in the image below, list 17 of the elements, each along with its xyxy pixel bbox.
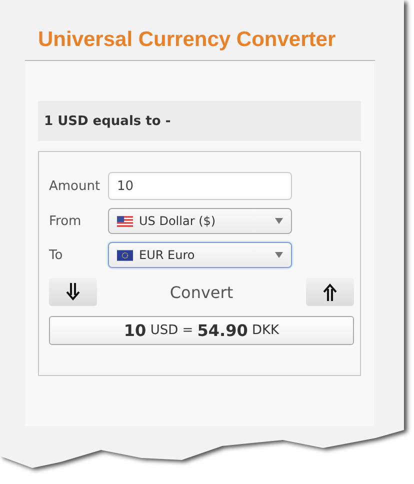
down-arrow-icon [65,283,81,301]
flag-icon [117,216,133,226]
up-arrow-icon [322,283,338,301]
result-text: 10 USD = 54.90 DKK [49,316,354,345]
flag-icon [117,250,133,260]
caret-icon [275,218,283,224]
currency-select[interactable]: EUR Euro [108,242,292,268]
currency-label: From [49,214,82,228]
currency-label: To [49,248,64,262]
amount-label: Amount [49,178,102,194]
swap-up-button[interactable] [306,278,354,306]
caret-icon [275,252,283,258]
currency-select[interactable]: US Dollar ($) [108,208,292,234]
swap-down-button[interactable] [49,278,97,306]
convert-label: Convert [170,282,234,302]
rate-heading: 1 USD equals to - [44,114,171,128]
amount-field[interactable]: 10 [108,172,292,200]
